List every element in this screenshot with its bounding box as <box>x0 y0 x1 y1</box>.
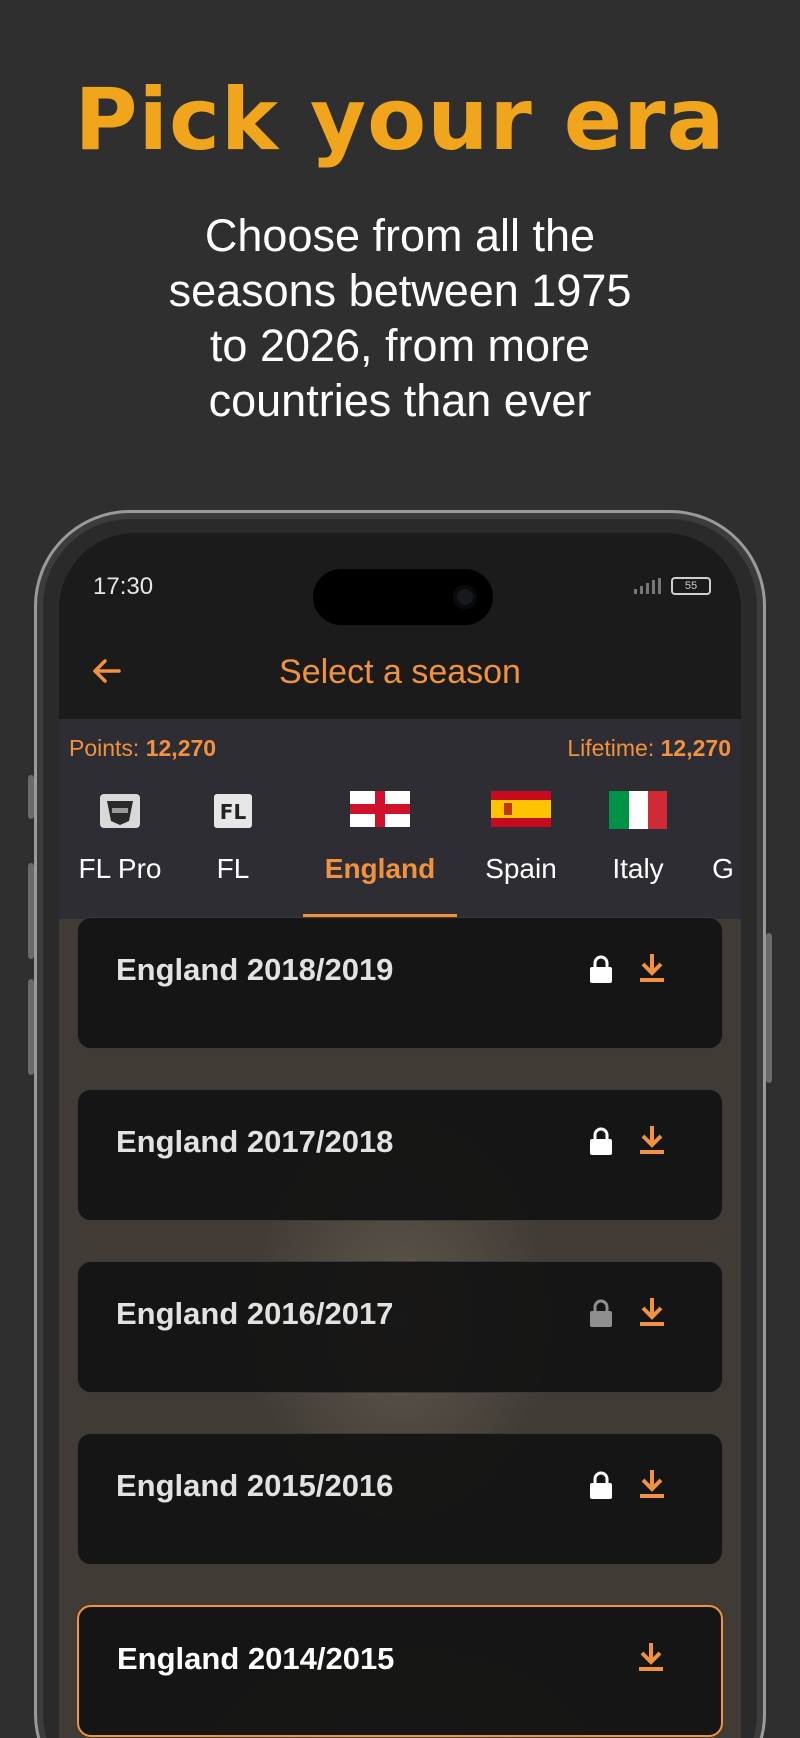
lifetime-value: 12,270 <box>660 735 731 761</box>
phone-power-button <box>766 933 772 1083</box>
status-indicators: 55 <box>634 577 711 595</box>
signal-icon <box>634 578 661 594</box>
tab-label: G <box>712 853 734 884</box>
season-label: England 2016/2017 <box>116 1296 394 1331</box>
tab-partial[interactable]: G <box>699 781 741 919</box>
download-icon[interactable] <box>638 1468 666 1500</box>
app-bar: Select a season <box>59 629 741 719</box>
season-label: England 2018/2019 <box>116 952 394 987</box>
season-label: England 2014/2015 <box>117 1641 395 1676</box>
hero-subtitle-line: seasons between 1975 <box>168 265 632 316</box>
points-label: Points: <box>69 735 140 761</box>
season-label: England 2017/2018 <box>116 1124 394 1159</box>
points-display: Points: 12,270 <box>69 735 216 762</box>
page-title: Select a season <box>279 653 521 691</box>
lock-icon <box>590 955 612 983</box>
camera-icon <box>453 585 477 609</box>
season-row[interactable]: England 2017/2018 <box>77 1089 723 1221</box>
italy-flag-icon <box>609 791 667 829</box>
season-list: England 2018/2019 England 2017/2018 Engl… <box>59 917 741 1738</box>
tab-label: England <box>324 853 436 884</box>
phone-screen: 17:30 55 Select a season Points: 12,270 … <box>59 533 741 1738</box>
tab-label: Italy <box>612 853 664 884</box>
hero-subtitle-line: Choose from all the <box>204 210 596 261</box>
status-time: 17:30 <box>93 573 154 600</box>
tab-england[interactable]: England <box>303 781 457 919</box>
download-icon[interactable] <box>638 952 666 984</box>
hero-subtitle-line: countries than ever <box>208 375 592 426</box>
season-row[interactable]: England 2016/2017 <box>77 1261 723 1393</box>
tab-label: FL Pro <box>78 853 162 884</box>
lock-icon <box>590 1127 612 1155</box>
download-icon[interactable] <box>637 1641 665 1673</box>
season-label: England 2015/2016 <box>116 1468 394 1503</box>
hero-title: Pick your era <box>74 70 726 170</box>
tab-fl[interactable]: FL FL <box>183 781 283 919</box>
download-icon[interactable] <box>638 1124 666 1156</box>
lifetime-label: Lifetime: <box>567 735 655 761</box>
hero-subtitle-line: to 2026, from more <box>209 320 591 371</box>
tab-fl-pro[interactable]: FL Pro <box>61 781 179 919</box>
lifetime-display: Lifetime: 12,270 <box>567 735 731 762</box>
phone-frame: 17:30 55 Select a season Points: 12,270 … <box>28 510 772 1738</box>
svg-text:FL: FL <box>220 800 247 824</box>
tab-label: Spain <box>485 853 557 884</box>
season-row[interactable]: England 2018/2019 <box>77 917 723 1049</box>
phone-side-button <box>28 775 34 819</box>
hero-subtitle: Choose from all the seasons between 1975… <box>120 208 680 428</box>
download-icon[interactable] <box>638 1296 666 1328</box>
spain-flag-icon <box>491 791 551 827</box>
points-value: 12,270 <box>145 735 217 761</box>
points-bar: Points: 12,270 Lifetime: 12,270 FL Pro F… <box>59 719 741 919</box>
england-flag-icon <box>350 791 410 827</box>
fl-pro-badge-icon <box>100 794 140 828</box>
country-tabs: FL Pro FL FL England Spain Italy G <box>59 781 741 919</box>
dynamic-island <box>313 569 493 625</box>
battery-icon: 55 <box>671 577 711 595</box>
tab-spain[interactable]: Spain <box>459 781 583 919</box>
phone-volume-up-button <box>28 863 34 959</box>
phone-volume-down-button <box>28 979 34 1075</box>
season-row[interactable]: England 2015/2016 <box>77 1433 723 1565</box>
lock-icon <box>590 1471 612 1499</box>
tab-label: FL <box>216 853 250 884</box>
season-row-selected[interactable]: England 2014/2015 <box>77 1605 723 1737</box>
lock-icon <box>590 1299 612 1327</box>
fl-logo-icon: FL <box>214 794 252 828</box>
tab-italy[interactable]: Italy <box>583 781 693 919</box>
